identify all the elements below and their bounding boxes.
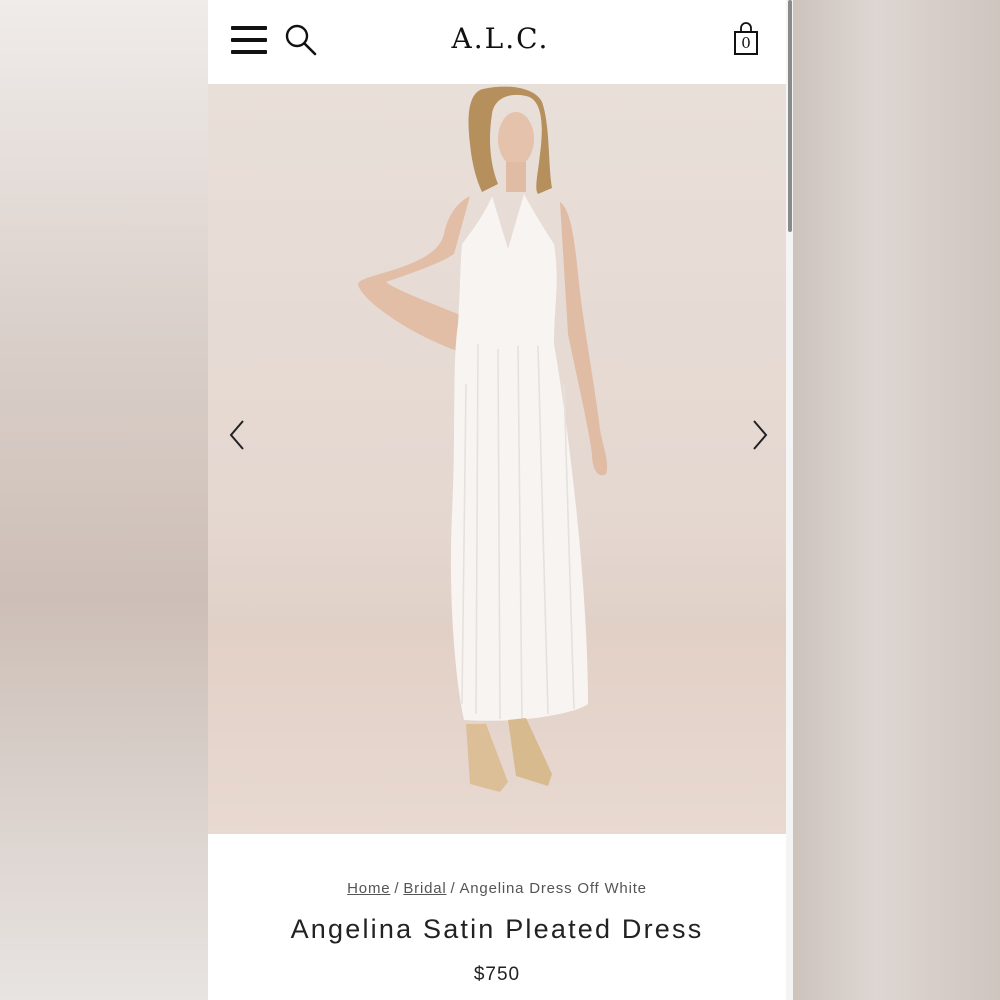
scrollbar-track[interactable] xyxy=(786,0,793,1000)
brand-logo[interactable]: A.L.C. xyxy=(408,22,593,55)
left-backdrop xyxy=(0,0,208,1000)
shopping-bag-icon[interactable]: 0 xyxy=(733,22,759,56)
mobile-viewport: A.L.C. 0 Home / Bridal / Angelina Dress … xyxy=(208,0,793,1000)
product-price: $750 xyxy=(473,964,521,985)
product-title: Angelina Satin Pleated Dress xyxy=(290,914,704,944)
breadcrumb-separator: / xyxy=(450,880,456,897)
chevron-left-icon[interactable] xyxy=(225,417,249,453)
model-figure xyxy=(358,86,608,792)
cart-count: 0 xyxy=(741,34,751,52)
chevron-right-icon[interactable] xyxy=(748,417,772,453)
scrollbar-thumb[interactable] xyxy=(788,0,792,232)
right-backdrop xyxy=(793,0,1000,1000)
menu-icon[interactable] xyxy=(231,26,267,54)
breadcrumb-bridal-link[interactable]: Bridal xyxy=(403,880,446,897)
search-icon[interactable] xyxy=(283,22,319,58)
breadcrumb-separator: / xyxy=(394,880,400,897)
breadcrumb-current: Angelina Dress Off White xyxy=(459,880,647,897)
breadcrumb: Home / Bridal / Angelina Dress Off White xyxy=(208,880,786,897)
product-image[interactable] xyxy=(208,84,786,834)
site-header: A.L.C. 0 xyxy=(208,0,786,84)
breadcrumb-home-link[interactable]: Home xyxy=(347,880,390,897)
